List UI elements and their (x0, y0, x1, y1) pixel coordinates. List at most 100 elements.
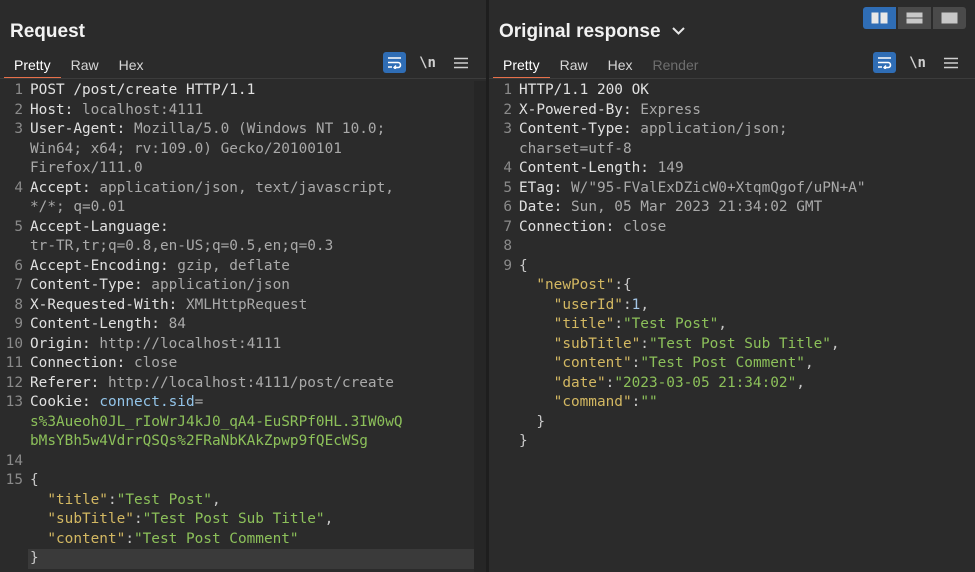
code-token: http://localhost:4111 (90, 335, 282, 352)
code-text: "userId":1, (519, 296, 649, 316)
code-token: tr-TR,tr;q=0.8,en-US;q=0.5,en;q=0.3 (30, 238, 334, 254)
code-text: "content":"Test Post Comment", (519, 354, 814, 374)
code-token: Content-Length: (30, 316, 160, 332)
rows-layout-icon (906, 12, 923, 24)
code-token: */*; q=0.01 (30, 199, 126, 215)
code-token: , (718, 316, 727, 332)
code-token: "content" (47, 530, 126, 547)
tab-request-hex[interactable]: Hex (109, 52, 154, 79)
line-number: 10 (5, 335, 23, 352)
layout-single-button[interactable] (933, 7, 966, 29)
request-scrollbar[interactable] (474, 81, 486, 572)
code-token: Mozilla/5.0 (Windows NT 10.0; (125, 121, 386, 137)
word-wrap-icon (878, 57, 892, 69)
tab-response-hex[interactable]: Hex (598, 52, 643, 79)
request-tab-divider (0, 78, 486, 79)
layout-side-by-side-button[interactable] (863, 7, 896, 29)
code-token: : (107, 491, 117, 508)
code-token: , (324, 511, 334, 527)
line-number: 3 (14, 121, 23, 137)
code-text: Content-Length: 84 (30, 315, 186, 335)
code-text: { (519, 257, 528, 277)
request-pane: Request Pretty Raw Hex \n 1 POST /post/cr… (0, 0, 486, 572)
code-text: Origin: http://localhost:4111 (30, 335, 281, 355)
code-text: bMsYBh5w4VdrrQSQs%2FRaNbKAkZpwp9fQEcWSg (30, 432, 368, 452)
code-token: { (30, 472, 39, 488)
hamburger-menu-icon (943, 57, 958, 68)
code-text: "date":"2023-03-05 21:34:02", (519, 374, 805, 394)
line-number: 12 (5, 374, 23, 391)
tab-request-pretty[interactable]: Pretty (4, 52, 61, 79)
request-editor[interactable]: 1 POST /post/create HTTP/1.1 2 Host: localh… (0, 81, 474, 572)
line-number: 3 (503, 121, 512, 137)
code-token: "command" (553, 394, 632, 410)
code-token: "Test Post" (116, 491, 212, 508)
code-text: X-Powered-By: Express (519, 101, 701, 121)
code-token: close (614, 218, 667, 235)
response-title-dropdown[interactable]: Original response (499, 21, 685, 43)
response-word-wrap-toggle-button[interactable] (873, 52, 896, 73)
code-text: "command":"" (519, 393, 658, 413)
tab-request-raw[interactable]: Raw (61, 52, 109, 79)
line-number: 14 (5, 452, 23, 469)
code-token: : (125, 530, 134, 547)
code-token: localhost:4111 (73, 101, 204, 118)
line-number: 13 (5, 394, 23, 410)
code-text: Content-Type: application/json (30, 276, 290, 296)
code-text: Host: localhost:4111 (30, 101, 203, 121)
show-newlines-button[interactable]: \n (416, 52, 439, 73)
code-text: "title":"Test Post", (519, 315, 727, 335)
code-token: "Test Post Comment" (133, 530, 299, 547)
code-token: , (796, 374, 805, 391)
code-token: , (830, 335, 840, 352)
code-token: http://localhost:4111/post/create (99, 374, 394, 391)
tab-response-raw[interactable]: Raw (550, 52, 598, 79)
code-token: , (211, 491, 221, 508)
response-pane: Original response Pretty Raw Hex Render … (489, 0, 975, 572)
code-token: 84 (159, 316, 186, 332)
code-token: 1 (631, 296, 641, 313)
response-title: Original response (499, 21, 661, 42)
code-token: gzip, deflate (168, 257, 290, 274)
code-text: "newPost":{ (519, 276, 631, 296)
word-wrap-toggle-button[interactable] (383, 52, 406, 73)
response-menu-button[interactable] (939, 52, 962, 73)
line-number: 11 (5, 355, 23, 371)
code-text: s%3Aueoh0JL_rIoWrJ4kJ0_qA4-EuSRPf0HL.3IW… (30, 413, 403, 433)
code-token: Content-Type: (30, 277, 143, 293)
code-text: X-Requested-With: XMLHttpRequest (30, 296, 307, 316)
response-show-newlines-button[interactable]: \n (906, 52, 929, 73)
code-token: XMLHttpRequest (177, 296, 308, 313)
code-token: "subTitle" (553, 335, 641, 352)
code-token: Origin: (30, 335, 91, 352)
code-token: "Test Post Comment" (640, 355, 805, 371)
tab-response-pretty[interactable]: Pretty (493, 52, 550, 79)
code-token: = (194, 394, 204, 410)
line-number: 6 (14, 257, 23, 274)
code-text: HTTP/1.1 200 OK (519, 81, 649, 101)
code-token: Express (631, 101, 701, 118)
code-text: Accept-Language: (30, 218, 169, 238)
request-menu-button[interactable] (449, 52, 472, 73)
chevron-down-icon (672, 27, 685, 35)
line-number: 2 (503, 101, 512, 118)
tab-response-render[interactable]: Render (643, 52, 709, 79)
code-text: POST /post/create HTTP/1.1 (30, 81, 255, 101)
line-number: 2 (14, 101, 23, 118)
line-number: 8 (14, 296, 23, 313)
response-tabs: Pretty Raw Hex Render (493, 52, 708, 79)
line-number: 6 (503, 199, 512, 215)
request-title: Request (10, 21, 85, 42)
line-number: 4 (14, 179, 23, 196)
code-token: , (804, 355, 814, 371)
code-token: : (622, 296, 632, 313)
response-editor[interactable]: 1 HTTP/1.1 200 OK 2 X-Powered-By: Express 3 C… (489, 81, 975, 572)
code-text: User-Agent: Mozilla/5.0 (Windows NT 10.0… (30, 120, 385, 140)
code-token: Accept-Language: (30, 218, 169, 235)
code-token: "newPost" (536, 277, 615, 293)
layout-stacked-button[interactable] (898, 7, 931, 29)
code-token: application/json, text/javascript, (90, 179, 394, 196)
code-token: Content-Length: (519, 160, 649, 176)
